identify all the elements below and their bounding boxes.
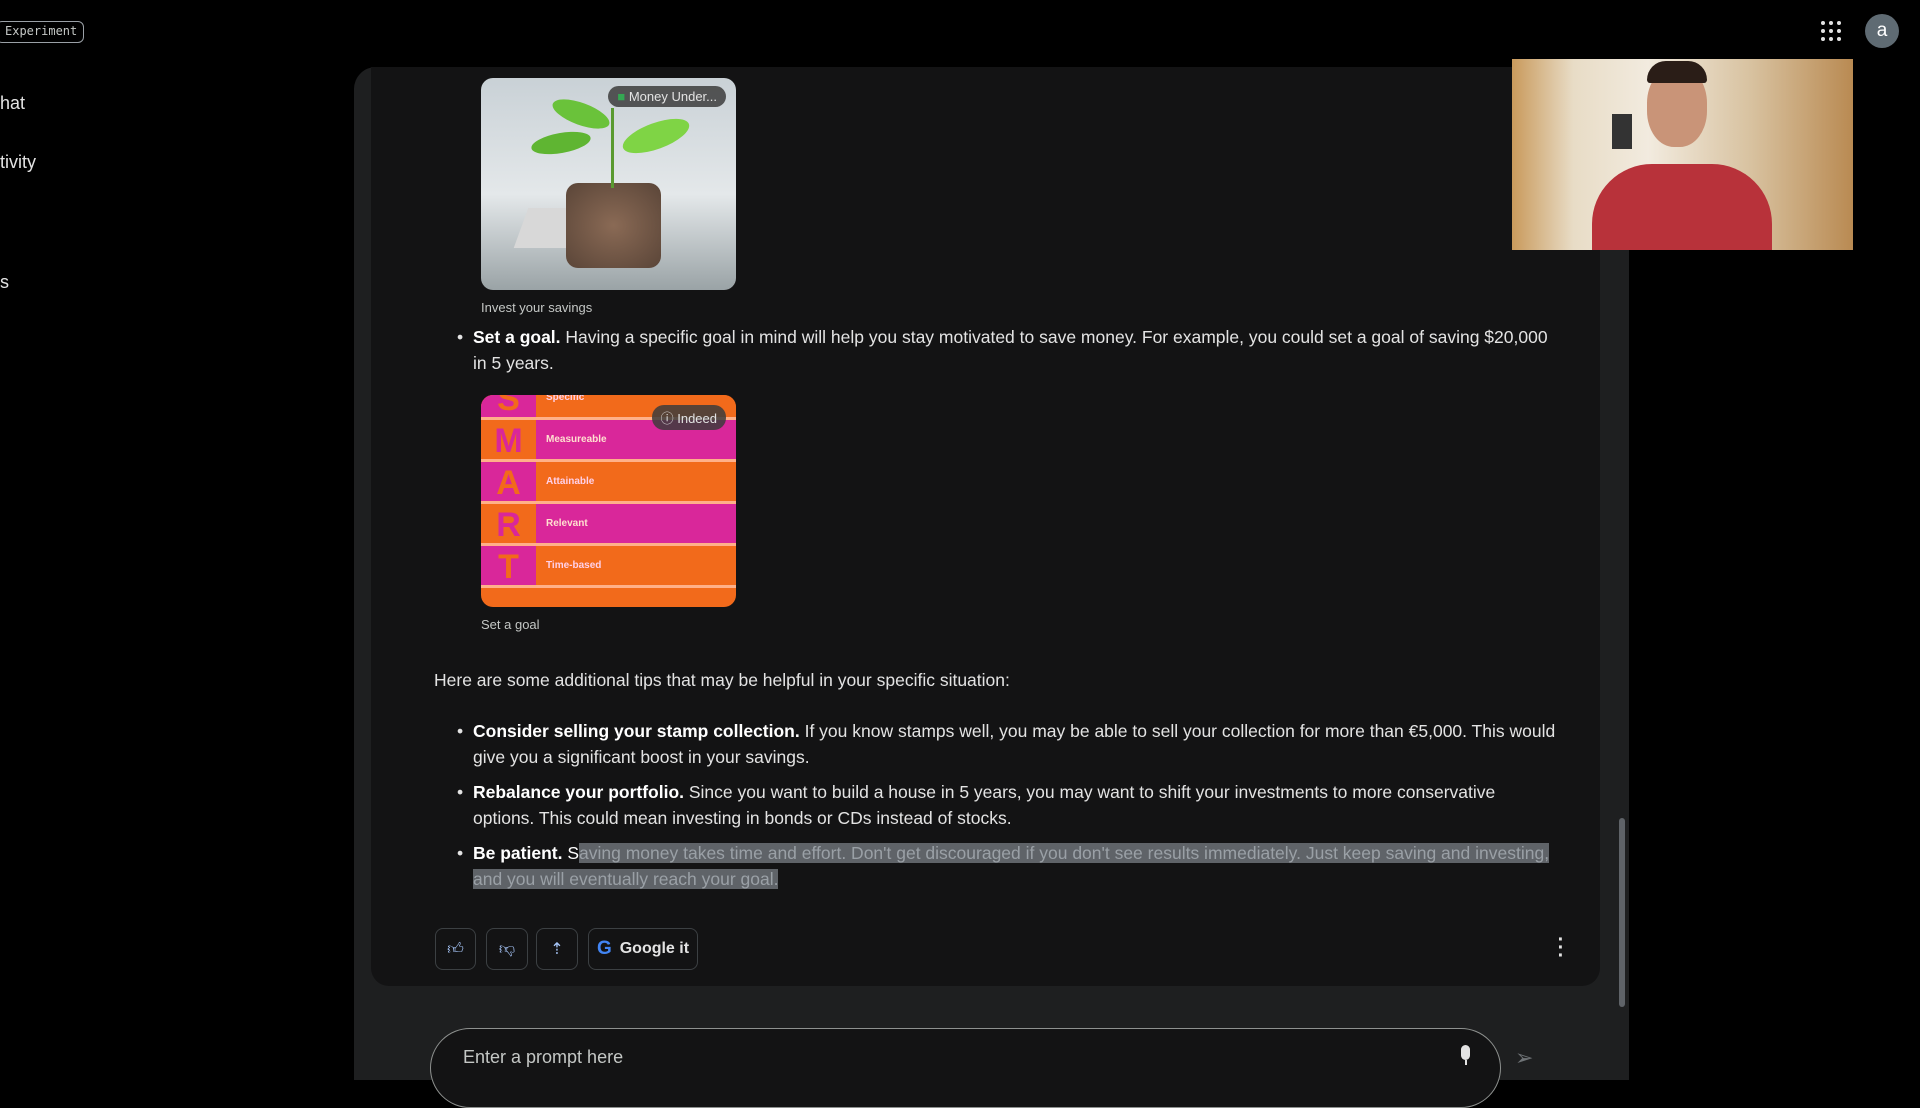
smart-letter: T bbox=[481, 546, 536, 586]
tip-title: Be patient. bbox=[473, 843, 563, 863]
bullet-set-goal: Set a goal. Having a specific goal in mi… bbox=[457, 324, 1557, 376]
selected-text: aving money takes time and effort. Don't… bbox=[473, 843, 1550, 889]
image-caption: Invest your savings bbox=[481, 300, 593, 315]
leaf-shape bbox=[618, 111, 694, 161]
smart-letter: R bbox=[481, 504, 536, 544]
stem-shape bbox=[611, 108, 614, 188]
info-icon: ⓘ bbox=[660, 411, 678, 426]
smart-letter: S bbox=[481, 395, 536, 418]
google-it-button[interactable]: G Google it bbox=[588, 928, 698, 970]
sidebar-item-activity[interactable]: tivity bbox=[0, 152, 36, 173]
smart-row: R Relevant bbox=[481, 504, 736, 546]
intro-text: Here are some additional tips that may b… bbox=[434, 670, 1010, 690]
bullet-title: Set a goal. bbox=[473, 327, 561, 347]
avatar[interactable]: a bbox=[1865, 14, 1899, 48]
bullet-text: Having a specific goal in mind will help… bbox=[473, 327, 1548, 373]
image-caption: Set a goal bbox=[481, 617, 540, 632]
send-icon[interactable]: ➢ bbox=[1515, 1045, 1533, 1071]
thumbs-down-icon: 👎︎ bbox=[498, 940, 516, 958]
prompt-input[interactable]: Enter a prompt here bbox=[430, 1028, 1501, 1108]
more-options-icon[interactable]: · · · bbox=[1556, 930, 1566, 966]
tip-text: S bbox=[562, 843, 580, 863]
thumbs-up-icon: 👍︎ bbox=[447, 940, 464, 958]
tip-item: Be patient. Saving money takes time and … bbox=[457, 840, 1557, 892]
coin-jar-shape bbox=[566, 183, 661, 268]
source-favicon-icon: ■ bbox=[617, 89, 629, 104]
smart-label: Specific bbox=[546, 395, 585, 403]
tip-title: Consider selling your stamp collection. bbox=[473, 721, 800, 741]
smart-row: T Time-based bbox=[481, 546, 736, 588]
source-chip[interactable]: ■ Money Under... bbox=[608, 86, 726, 107]
source-label: Indeed bbox=[677, 411, 717, 426]
sidebar-item-chat[interactable]: hat bbox=[0, 93, 25, 114]
google-g-icon: G bbox=[596, 938, 612, 959]
share-button[interactable]: ⇡ bbox=[536, 928, 578, 970]
image-invest-savings[interactable]: ■ Money Under... bbox=[481, 78, 736, 290]
smart-label: Attainable bbox=[546, 476, 595, 487]
person-shirt-shape bbox=[1592, 164, 1772, 250]
smart-label: Relevant bbox=[546, 518, 588, 529]
leaf-shape bbox=[549, 93, 613, 135]
frame-shape bbox=[1612, 114, 1632, 149]
person-hair-shape bbox=[1647, 61, 1707, 83]
microphone-icon[interactable] bbox=[1460, 1045, 1472, 1067]
smart-label: Time-based bbox=[546, 560, 602, 571]
smart-letter: M bbox=[481, 420, 536, 460]
image-smart-goals[interactable]: S Specific M Measureable A Attainable R Rele… bbox=[481, 395, 736, 607]
tip-item: Rebalance your portfolio. Since you want… bbox=[457, 779, 1557, 831]
webcam-video bbox=[1512, 59, 1853, 250]
source-chip[interactable]: ⓘ Indeed bbox=[651, 405, 726, 430]
experiment-badge: Experiment bbox=[0, 21, 85, 43]
sidebar-item-settings[interactable]: s bbox=[0, 272, 9, 293]
tip-title: Rebalance your portfolio. bbox=[473, 782, 684, 802]
share-icon: ⇡ bbox=[550, 941, 564, 958]
thumbs-up-button[interactable]: 👍︎ bbox=[435, 928, 476, 970]
thumbs-down-button[interactable]: 👎︎ bbox=[486, 928, 528, 970]
google-it-label: Google it bbox=[619, 940, 690, 957]
leaf-shape bbox=[529, 127, 593, 159]
smart-label: Measureable bbox=[546, 434, 607, 445]
tip-item: Consider selling your stamp collection. … bbox=[457, 718, 1557, 770]
source-label: Money Under... bbox=[628, 89, 717, 104]
smart-letter: A bbox=[481, 462, 536, 502]
scrollbar[interactable] bbox=[1619, 818, 1625, 1007]
smart-row: A Attainable bbox=[481, 462, 736, 504]
apps-grid-icon[interactable] bbox=[1820, 20, 1842, 42]
prompt-placeholder: Enter a prompt here bbox=[463, 1047, 624, 1067]
